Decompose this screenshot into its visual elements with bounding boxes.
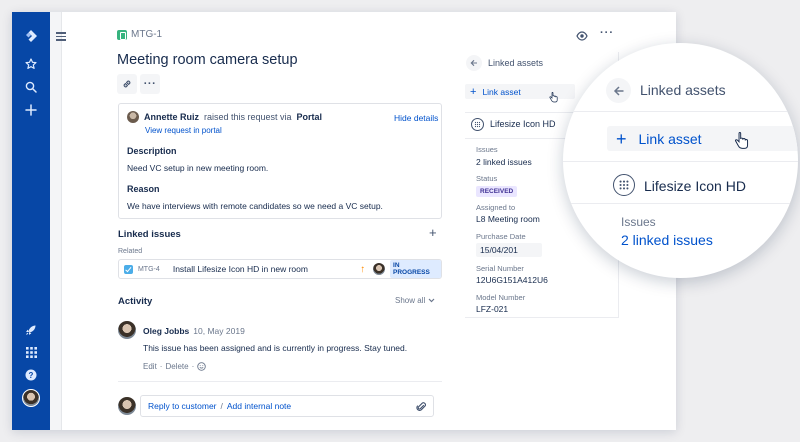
asset-status-badge: RECEIVED <box>476 186 518 197</box>
related-label: Related <box>118 248 143 255</box>
hide-details-link[interactable]: Hide details <box>394 113 438 123</box>
plus-icon[interactable] <box>12 100 50 120</box>
plus-icon: + <box>616 128 627 149</box>
link-icon <box>123 80 131 88</box>
priority-high-icon: ↑ <box>360 263 366 275</box>
model-number-label: Model Number <box>476 293 526 302</box>
magnifier-callout: Linked assets + Link asset Lifesize Icon… <box>563 43 798 278</box>
purchase-date-value[interactable]: 15/04/201 <box>476 243 542 257</box>
svg-text:?: ? <box>29 371 34 380</box>
comment-actions: Edit · Delete · <box>143 362 207 371</box>
profile-avatar[interactable] <box>12 386 50 410</box>
apps-grid-icon[interactable] <box>12 342 50 362</box>
raised-text: raised this request via <box>204 112 292 122</box>
asset-name[interactable]: Lifesize Icon HD <box>490 119 556 129</box>
comment-date: 10, May 2019 <box>193 326 245 336</box>
reply-to-customer-link[interactable]: Reply to customer <box>148 401 217 411</box>
status-badge[interactable]: IN PROGRESS <box>390 260 441 278</box>
linked-assets-heading: Linked assets <box>488 58 544 68</box>
back-arrow-icon <box>613 85 623 96</box>
task-checkbox-icon <box>124 264 133 274</box>
link-button[interactable] <box>117 74 137 94</box>
back-arrow-icon <box>470 59 477 67</box>
help-icon[interactable]: ? <box>12 365 50 385</box>
view-portal-link[interactable]: View request in portal <box>145 126 222 135</box>
linked-issues-link-zoomed[interactable]: 2 linked issues <box>621 232 713 248</box>
linked-assets-heading-zoomed: Linked assets <box>640 82 726 98</box>
delete-link[interactable]: Delete <box>165 362 188 371</box>
more-icon[interactable]: ··· <box>600 27 614 39</box>
search-icon[interactable] <box>12 77 50 97</box>
description-label: Description <box>127 146 177 156</box>
linked-issues-link[interactable]: 2 linked issues <box>476 157 532 167</box>
comment-author[interactable]: Oleg Jobbs <box>143 326 189 336</box>
reporter-name[interactable]: Annette Ruiz <box>144 112 199 122</box>
model-number-value: LFZ-021 <box>476 304 509 314</box>
link-asset-button-zoomed[interactable]: + Link asset <box>607 126 798 151</box>
more-actions-button[interactable]: ··· <box>140 74 160 94</box>
star-icon[interactable] <box>12 54 50 74</box>
back-button[interactable] <box>466 55 482 71</box>
serial-number-value: 12U6G151A412U6 <box>476 275 548 285</box>
channel-name: Portal <box>296 112 323 122</box>
page-title: Meeting room camera setup <box>117 52 298 68</box>
show-all-dropdown[interactable]: Show all <box>395 296 435 305</box>
activity-heading: Activity <box>118 296 153 307</box>
attachment-icon[interactable] <box>416 401 426 412</box>
back-button-zoomed[interactable] <box>606 78 631 103</box>
assigned-to-label: Assigned to <box>476 203 516 212</box>
comment-header: Oleg Jobbs 10, May 2019 <box>143 326 245 336</box>
asset-icon <box>471 118 484 131</box>
reporter-avatar <box>127 111 139 123</box>
jira-logo-icon[interactable] <box>12 26 50 46</box>
current-user-avatar <box>118 397 136 415</box>
asset-name-zoomed[interactable]: Lifesize Icon HD <box>644 178 746 194</box>
global-nav: ? <box>12 12 50 430</box>
serial-number-label: Serial Number <box>476 264 524 273</box>
chevron-down-icon <box>428 298 435 303</box>
assigned-to-value: L8 Meeting room <box>476 214 540 224</box>
request-details: Annette Ruiz raised this request via Por… <box>118 103 442 219</box>
divider <box>118 381 442 382</box>
description-text: Need VC setup in new meeting room. <box>127 163 269 173</box>
reason-label: Reason <box>127 184 160 194</box>
reason-text: We have interviews with remote candidate… <box>127 201 383 211</box>
commenter-avatar <box>118 321 136 339</box>
edit-link[interactable]: Edit <box>143 362 157 371</box>
watch-eye-icon[interactable] <box>576 28 588 46</box>
status-label: Status <box>476 174 498 183</box>
issues-label-zoomed: Issues <box>621 215 656 229</box>
menu-icon[interactable] <box>56 32 66 41</box>
reply-box[interactable]: Reply to customer / Add internal note <box>140 395 434 417</box>
add-linked-issue-button[interactable]: + <box>429 225 437 240</box>
linked-issue-summary[interactable]: Install Lifesize Icon HD in new room <box>173 264 360 274</box>
rocket-icon[interactable] <box>12 320 50 340</box>
issue-key[interactable]: MTG-1 <box>117 29 162 40</box>
assignee-avatar <box>373 263 386 275</box>
plus-icon: + <box>470 85 477 98</box>
link-asset-button[interactable]: + Link asset <box>465 84 575 99</box>
collapsed-sidebar[interactable] <box>50 12 62 430</box>
purchase-date-label: Purchase Date <box>476 232 526 241</box>
issues-label: Issues <box>476 145 498 154</box>
linked-issues-heading: Linked issues <box>118 229 181 240</box>
emoji-icon[interactable] <box>197 362 207 371</box>
asset-icon-zoomed <box>613 174 635 196</box>
cursor-hand-icon <box>549 90 558 108</box>
app-window: ? MTG-1 ··· Meeting room camera setup ··… <box>12 12 676 430</box>
add-internal-note-link[interactable]: Add internal note <box>227 401 291 411</box>
cursor-hand-icon <box>734 131 749 155</box>
linked-issue-row[interactable]: MTG-4 Install Lifesize Icon HD in new ro… <box>118 259 442 279</box>
linked-issue-key[interactable]: MTG-4 <box>138 266 170 273</box>
service-request-icon <box>117 29 127 40</box>
comment-body: This issue has been assigned and is curr… <box>143 343 408 353</box>
